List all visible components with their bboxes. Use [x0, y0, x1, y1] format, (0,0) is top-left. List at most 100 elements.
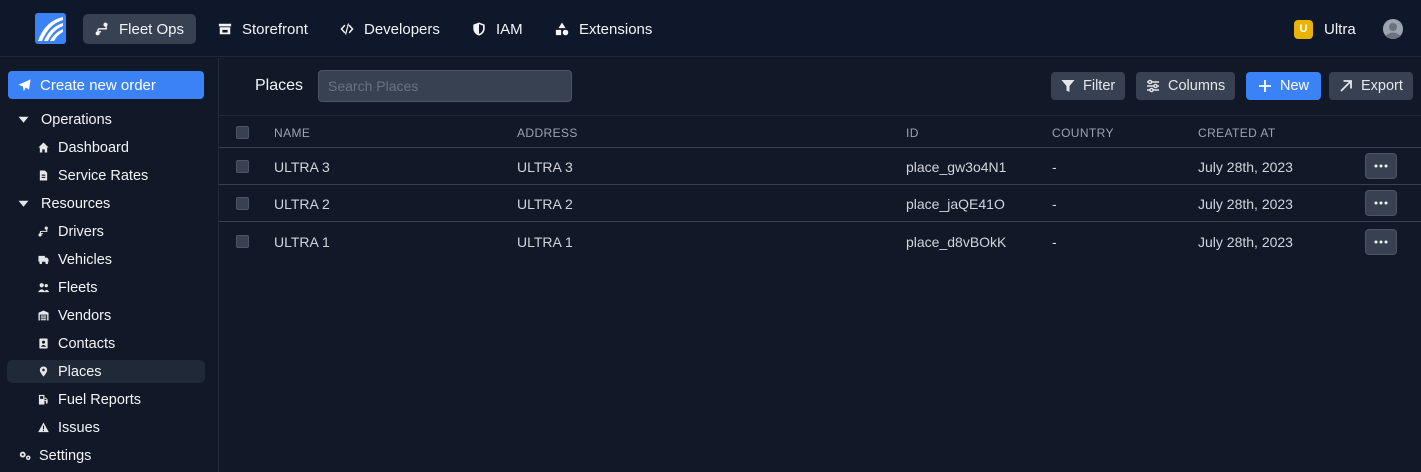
nav-extensions[interactable]: Extensions: [543, 14, 664, 44]
nav-item-label: Fleet Ops: [119, 20, 185, 38]
route-icon: [38, 226, 48, 237]
sidebar-item-places[interactable]: Places: [7, 360, 205, 383]
places-toolbar: Places Filter Columns New Export: [219, 58, 1421, 115]
place-country: -: [1052, 159, 1057, 175]
row-checkbox[interactable]: [236, 197, 249, 210]
place-created-at: July 28th, 2023: [1198, 234, 1293, 250]
place-address: ULTRA 1: [517, 234, 573, 250]
table-header: NAME ADDRESS ID COUNTRY CREATED AT: [219, 115, 1421, 148]
row-actions-button[interactable]: [1365, 190, 1397, 216]
sidebar-item-label: Service Rates: [58, 167, 149, 184]
paper-plane-icon: [18, 78, 31, 91]
gas-pump-icon: [38, 394, 48, 405]
column-header-address[interactable]: ADDRESS: [517, 126, 578, 140]
shield-icon: [473, 22, 485, 36]
plus-icon: [1259, 80, 1271, 92]
sidebar-item-service-rates[interactable]: Service Rates: [7, 164, 205, 187]
sidebar-item-label: Vendors: [58, 307, 112, 324]
columns-button-label: Columns: [1168, 78, 1226, 94]
sidebar-item-label: Drivers: [58, 223, 104, 240]
sidebar: Create new order Operations Dashboard Se…: [0, 58, 219, 472]
sidebar-item-vendors[interactable]: Vendors: [7, 304, 205, 327]
ellipsis-icon: [1374, 201, 1388, 205]
new-button-label: New: [1280, 78, 1310, 94]
org-name: Ultra: [1324, 20, 1356, 38]
sidebar-section-settings[interactable]: Settings: [7, 444, 205, 467]
sidebar-item-label: Contacts: [58, 335, 116, 352]
filter-icon: [1061, 80, 1075, 92]
ellipsis-icon: [1374, 164, 1388, 168]
table-row[interactable]: ULTRA 2 ULTRA 2 place_jaQE41O - July 28t…: [219, 185, 1421, 222]
org-badge: U: [1294, 19, 1313, 39]
warning-icon: [38, 422, 49, 433]
nav-item-label: Storefront: [242, 20, 308, 38]
sidebar-item-label: Issues: [58, 419, 100, 436]
sidebar-item-label: Places: [58, 363, 102, 380]
sidebar-section-label: Resources: [41, 195, 111, 212]
nav-item-label: Developers: [364, 20, 440, 38]
place-created-at: July 28th, 2023: [1198, 159, 1293, 175]
address-book-icon: [39, 338, 48, 349]
sidebar-item-drivers[interactable]: Drivers: [7, 220, 205, 243]
export-button-label: Export: [1361, 78, 1403, 94]
sidebar-section-label: Operations: [41, 111, 112, 128]
nav-iam[interactable]: IAM: [460, 14, 535, 44]
sidebar-section-operations[interactable]: Operations: [7, 108, 205, 131]
place-name[interactable]: ULTRA 1: [274, 234, 330, 250]
user-avatar[interactable]: [1383, 19, 1403, 39]
select-all-checkbox[interactable]: [236, 126, 249, 139]
place-name[interactable]: ULTRA 2: [274, 196, 330, 212]
sidebar-section-resources[interactable]: Resources: [7, 192, 205, 215]
place-created-at: July 28th, 2023: [1198, 196, 1293, 212]
sidebar-item-issues[interactable]: Issues: [7, 416, 205, 439]
cogs-icon: [19, 451, 31, 461]
shapes-icon: [555, 22, 569, 36]
sidebar-item-fleets[interactable]: Fleets: [7, 276, 205, 299]
column-header-id[interactable]: ID: [906, 126, 919, 140]
nav-fleet-ops[interactable]: Fleet Ops: [83, 14, 197, 44]
top-navbar: Fleet Ops Storefront Developers IAM Exte…: [0, 0, 1421, 57]
place-address: ULTRA 3: [517, 159, 573, 175]
export-button[interactable]: Export: [1329, 72, 1413, 100]
place-name[interactable]: ULTRA 3: [274, 159, 330, 175]
users-icon: [38, 283, 49, 293]
filter-button[interactable]: Filter: [1051, 72, 1126, 100]
nav-storefront[interactable]: Storefront: [206, 14, 320, 44]
row-actions-button[interactable]: [1365, 153, 1397, 179]
file-invoice-icon: [39, 170, 48, 181]
create-new-order-button[interactable]: Create new order: [8, 71, 204, 99]
page-title: Places: [255, 77, 304, 94]
code-icon: [340, 23, 354, 35]
search-input[interactable]: [318, 70, 572, 102]
table-row[interactable]: ULTRA 1 ULTRA 1 place_d8vBOkK - July 28t…: [219, 222, 1421, 259]
home-icon: [38, 142, 49, 153]
row-checkbox[interactable]: [236, 235, 249, 248]
nav-developers[interactable]: Developers: [328, 14, 452, 44]
route-icon: [95, 22, 108, 36]
place-address: ULTRA 2: [517, 196, 573, 212]
sidebar-item-contacts[interactable]: Contacts: [7, 332, 205, 355]
organization-switcher[interactable]: U Ultra: [1294, 19, 1356, 39]
row-actions-button[interactable]: [1365, 229, 1397, 255]
column-header-name[interactable]: NAME: [274, 126, 310, 140]
place-id: place_gw3o4N1: [906, 159, 1007, 175]
truck-icon: [38, 255, 49, 265]
place-id: place_d8vBOkK: [906, 234, 1007, 250]
nav-item-label: IAM: [496, 20, 523, 38]
warehouse-icon: [38, 310, 49, 321]
sidebar-item-fuel-reports[interactable]: Fuel Reports: [7, 388, 205, 411]
row-checkbox[interactable]: [236, 160, 249, 173]
sidebar-item-dashboard[interactable]: Dashboard: [7, 136, 205, 159]
column-header-created-at[interactable]: CREATED AT: [1198, 126, 1276, 140]
columns-button[interactable]: Columns: [1136, 72, 1236, 100]
create-button-label: Create new order: [40, 76, 156, 94]
table-row[interactable]: ULTRA 3 ULTRA 3 place_gw3o4N1 - July 28t…: [219, 148, 1421, 185]
place-country: -: [1052, 196, 1057, 212]
fleetbase-logo[interactable]: [35, 13, 66, 44]
column-header-country[interactable]: COUNTRY: [1052, 126, 1114, 140]
sidebar-item-label: Fleets: [58, 279, 98, 296]
new-place-button[interactable]: New: [1246, 72, 1322, 100]
sidebar-item-label: Fuel Reports: [58, 391, 142, 408]
store-icon: [218, 23, 232, 35]
sidebar-item-vehicles[interactable]: Vehicles: [7, 248, 205, 271]
